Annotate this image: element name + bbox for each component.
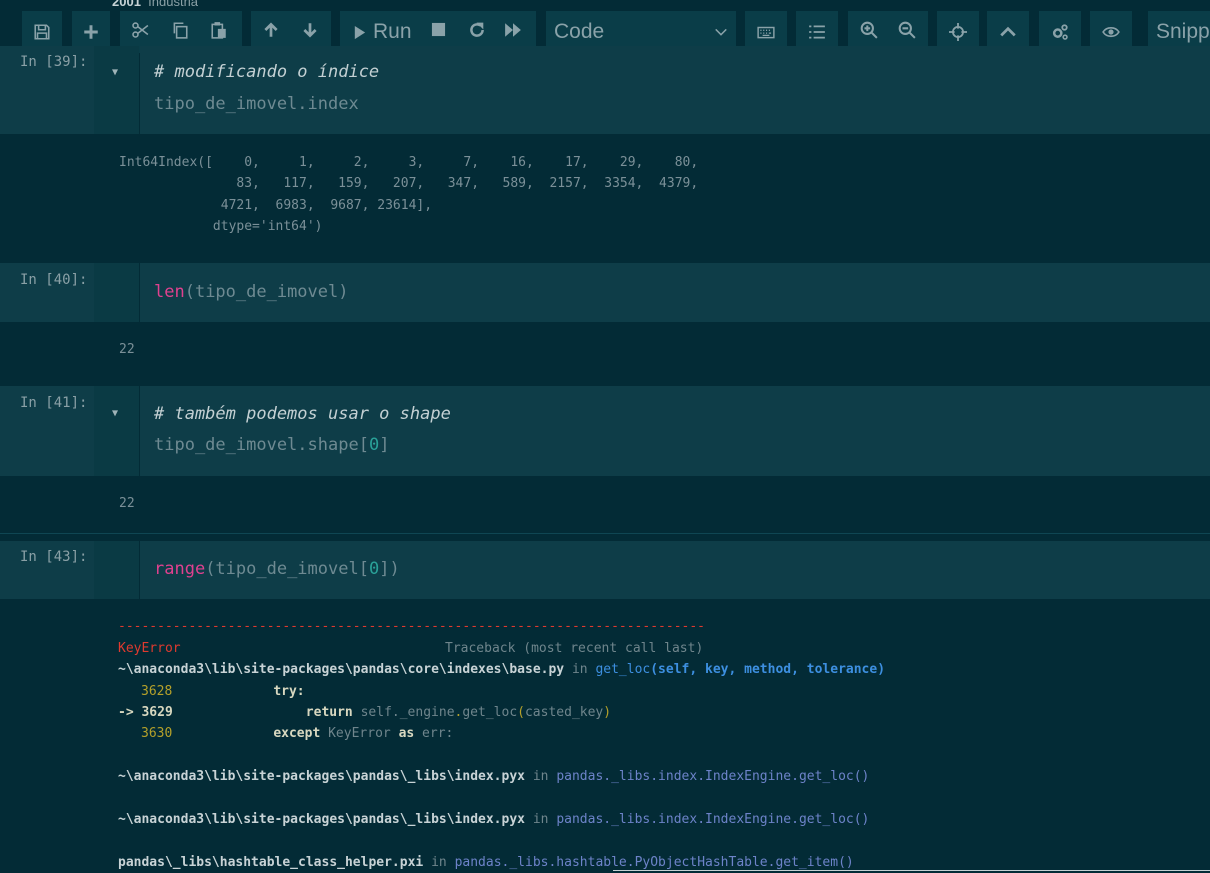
eye-icon: [1102, 26, 1120, 38]
code-line: tipo_de_imovel.index: [154, 94, 359, 114]
zoom-in-button[interactable]: [860, 21, 878, 44]
traceback-frame: ~\anaconda3\lib\site-packages\pandas\cor…: [118, 662, 886, 677]
gears-icon: [1052, 24, 1068, 40]
bottom-underline: [613, 870, 1210, 871]
run-button[interactable]: Run: [352, 20, 412, 44]
restart-button[interactable]: [468, 21, 486, 44]
cell-output-40: 22: [119, 342, 135, 357]
traceback-line: 3630 except KeyError as err:: [141, 726, 454, 741]
copy-icon: [173, 21, 188, 39]
move-down-button[interactable]: [301, 21, 319, 44]
paste-button[interactable]: [210, 21, 228, 44]
plus-icon: [84, 25, 98, 39]
cell-divider: [0, 533, 1210, 534]
cell-output-39: Int64Index([ 0, 1, 2, 3, 7, 16, 17, 29, …: [119, 155, 699, 235]
save-icon: [34, 24, 50, 40]
interrupt-button[interactable]: [431, 22, 446, 42]
zoom-in-icon: [860, 21, 878, 39]
collapse-toggle[interactable]: ▼: [112, 67, 118, 78]
run-label: Run: [373, 20, 412, 43]
zoom-out-icon: [898, 21, 916, 39]
cell-gutter: [94, 541, 139, 599]
fast-forward-icon: [505, 22, 521, 37]
cell-gutter: [94, 263, 139, 322]
list-icon: [809, 25, 825, 39]
code-line: # modificando o índice: [154, 62, 380, 82]
code-input-area[interactable]: [140, 46, 1210, 134]
code-cell-43[interactable]: In [43]: range(tipo_de_imovel[0]): [0, 541, 1210, 599]
keyboard-icon: [757, 26, 775, 39]
arrow-up-icon: [264, 21, 278, 37]
chevron-up-icon: [1000, 26, 1016, 37]
traceback-frame: ~\anaconda3\lib\site-packages\pandas\_li…: [118, 769, 870, 784]
code-line: tipo_de_imovel.shape[0]: [154, 435, 390, 455]
code-cell-40[interactable]: In [40]: len(tipo_de_imovel): [0, 263, 1210, 322]
cut-button[interactable]: [131, 21, 149, 44]
cell-prompt: In [41]:: [20, 395, 88, 411]
paste-icon: [211, 21, 226, 39]
copy-button[interactable]: [171, 21, 189, 44]
play-icon: [354, 25, 366, 39]
traceback-dashes: ----------------------------------------…: [118, 619, 705, 634]
traceback-current-line: -> 3629 return self._engine.get_loc(caste…: [118, 705, 612, 720]
cell-prompt: In [43]:: [20, 549, 88, 565]
zoom-out-button[interactable]: [898, 21, 916, 44]
cell-type-value: Code: [554, 20, 605, 43]
code-cell-39[interactable]: In [39]: ▼ # modificando o índice tipo_d…: [0, 46, 1210, 134]
code-line: # também podemos usar o shape: [154, 404, 451, 424]
collapse-toggle[interactable]: ▼: [112, 408, 118, 419]
snippets-label: Snipp: [1156, 20, 1210, 43]
traceback-frame: ~\anaconda3\lib\site-packages\pandas\_li…: [118, 812, 870, 827]
traceback-header: KeyError Traceback (most recent call last…: [118, 641, 704, 656]
cell-prompt: In [40]:: [20, 272, 88, 288]
cell-gutter: [94, 46, 139, 134]
code-cell-41[interactable]: In [41]: ▼ # também podemos usar o shape…: [0, 386, 1210, 476]
traceback-frame: pandas\_libs\hashtable_class_helper.pxi …: [118, 855, 854, 870]
code-input-area[interactable]: [140, 386, 1210, 476]
code-line: range(tipo_de_imovel[0]): [154, 559, 400, 579]
crosshair-icon: [949, 23, 967, 41]
move-up-button[interactable]: [262, 21, 280, 44]
clipped-previous-text: 2001 Industria: [112, 0, 199, 9]
run-all-button[interactable]: [504, 21, 522, 44]
code-line: len(tipo_de_imovel): [154, 282, 349, 302]
restart-icon: [470, 22, 484, 37]
cut-icon: [132, 21, 149, 38]
cell-gutter: [94, 386, 139, 476]
error-type: KeyError: [118, 641, 181, 656]
arrow-down-icon: [303, 22, 317, 38]
traceback-line: 3628 try:: [141, 684, 305, 699]
cell-output-41: 22: [119, 496, 135, 511]
stop-icon: [431, 22, 446, 37]
chevron-down-icon: [715, 28, 727, 36]
cell-prompt: In [39]:: [20, 54, 88, 70]
